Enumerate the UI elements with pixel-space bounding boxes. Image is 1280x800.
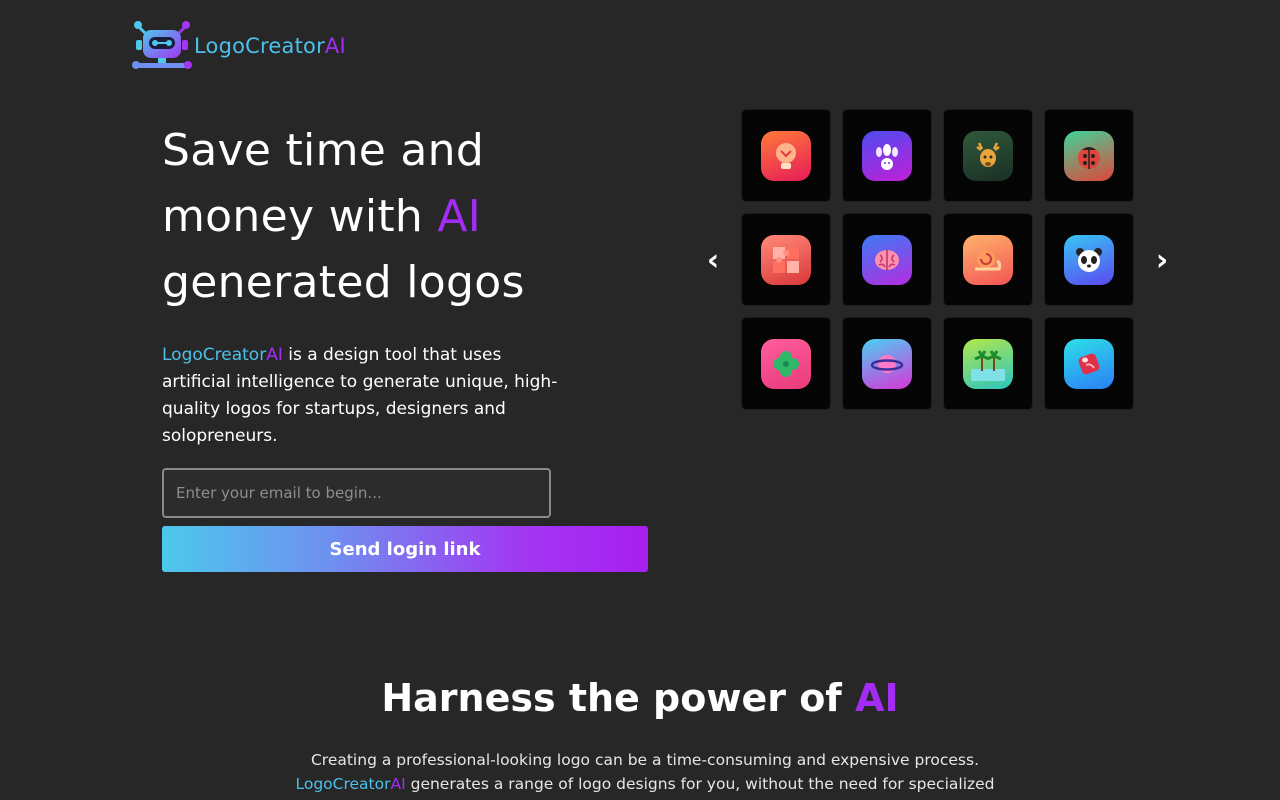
- hero-title-highlight: AI: [437, 191, 482, 242]
- deer-icon: [963, 130, 1013, 181]
- palm-trees-icon: [963, 338, 1013, 389]
- panda-icon: [1064, 234, 1114, 285]
- hero-title-line3: generated logos: [162, 257, 525, 308]
- section-brand-part2: AI: [390, 775, 406, 793]
- carousel-next-button[interactable]: ›: [1149, 243, 1175, 279]
- bowling-icon: [862, 130, 912, 181]
- meat-icon: [1064, 338, 1114, 389]
- section-text-line2: generates a range of logo designs for yo…: [405, 775, 995, 793]
- section-brand-part1: LogoCreator: [295, 775, 391, 793]
- hero-title-line1: Save time and: [162, 125, 485, 176]
- logo-tile[interactable]: [741, 109, 831, 202]
- email-input[interactable]: [162, 468, 551, 518]
- snail-icon: [963, 234, 1013, 285]
- section-title: Harness the power of AI: [0, 672, 1280, 724]
- section-text-line1: Creating a professional-looking logo can…: [310, 751, 980, 769]
- landing-page: LogoCreatorAI Save time and money with A…: [0, 0, 1280, 800]
- section-description: Creating a professional-looking logo can…: [290, 748, 1000, 796]
- logo-tile[interactable]: [1044, 109, 1134, 202]
- planet-icon: [862, 338, 912, 389]
- logo-tile[interactable]: [1044, 213, 1134, 306]
- brand-name: LogoCreatorAI: [194, 34, 346, 58]
- logo-tile[interactable]: [943, 317, 1033, 410]
- brand-logo[interactable]: LogoCreatorAI: [130, 20, 346, 72]
- logo-tile[interactable]: [741, 317, 831, 410]
- section-title-highlight: AI: [855, 676, 899, 720]
- logo-tile[interactable]: [842, 213, 932, 306]
- logo-tile[interactable]: [1044, 317, 1134, 410]
- hero-title-line2: money with: [162, 191, 438, 242]
- logo-tile[interactable]: [842, 109, 932, 202]
- brand-name-part1: LogoCreator: [194, 34, 325, 58]
- robot-icon: [132, 21, 192, 69]
- logo-tile[interactable]: [943, 213, 1033, 306]
- brain-icon: [862, 234, 912, 285]
- clover-icon: [761, 338, 811, 389]
- logo-tile[interactable]: [943, 109, 1033, 202]
- logo-tile[interactable]: [741, 213, 831, 306]
- section-title-prefix: Harness the power of: [381, 676, 856, 720]
- logo-gallery: [741, 109, 1134, 410]
- brand-name-part2: AI: [324, 34, 346, 58]
- desc-brand-part2: AI: [266, 345, 283, 365]
- lightbulb-icon: [761, 130, 811, 181]
- ladybug-icon: [1064, 130, 1114, 181]
- logo-tile[interactable]: [842, 317, 932, 410]
- hero-description: LogoCreatorAI is a design tool that uses…: [162, 342, 562, 450]
- carousel-prev-button[interactable]: ‹: [700, 243, 726, 279]
- send-login-link-button[interactable]: Send login link: [162, 526, 648, 572]
- puzzle-icon: [761, 234, 811, 285]
- hero-title: Save time and money with AI generated lo…: [162, 118, 622, 316]
- desc-brand-part1: LogoCreator: [162, 345, 267, 365]
